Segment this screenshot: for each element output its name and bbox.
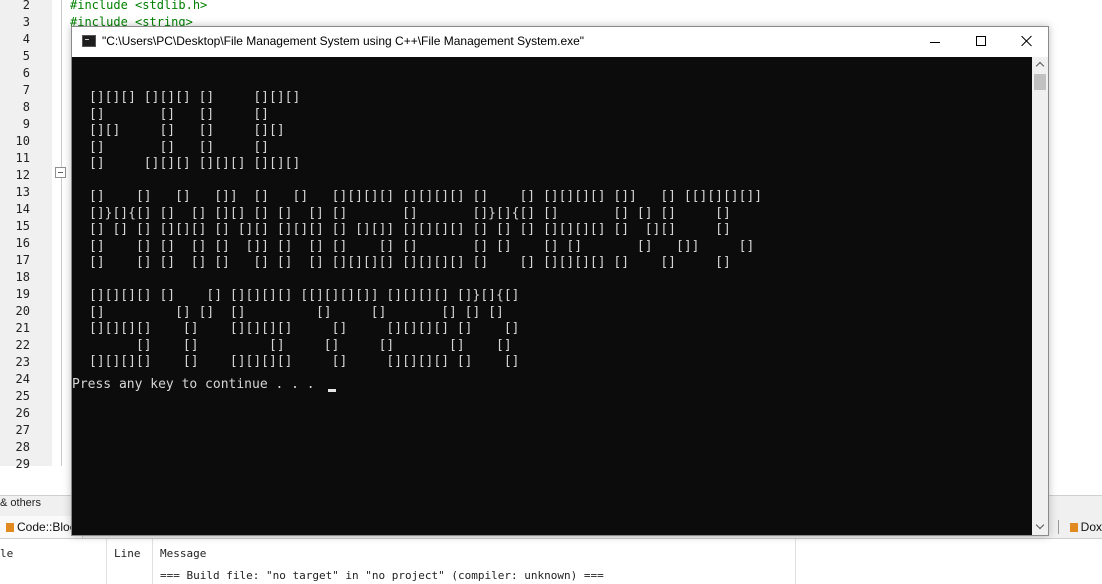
text-cursor	[328, 389, 336, 392]
tab-doxyblocks[interactable]: Dox	[1064, 516, 1102, 538]
scrollbar-thumb[interactable]	[1034, 74, 1046, 90]
others-tab-label[interactable]: & others	[0, 497, 41, 509]
continue-prompt: Press any key to continue . . .	[72, 377, 315, 392]
console-output[interactable]: [][][] [][][] [] [][][] [] [] [] [] [][]…	[72, 57, 1032, 535]
column-divider	[795, 539, 796, 584]
line-number: 2	[22, 0, 30, 12]
window-title: "C:\Users\PC\Desktop\File Management Sys…	[102, 34, 585, 48]
console-titlebar[interactable]: "C:\Users\PC\Desktop\File Management Sys…	[72, 27, 1048, 57]
line-number: 25	[15, 389, 30, 403]
line-number: 12	[15, 168, 30, 182]
col-message-header[interactable]: Message	[160, 547, 206, 560]
ascii-banner: [][][] [][][] [] [][][] [] [] [] [] [][]…	[89, 90, 763, 369]
maximize-icon	[976, 36, 986, 46]
build-log-panel: le Line Message === Build file: "no targ…	[0, 538, 1102, 584]
line-number: 4	[22, 32, 30, 46]
line-number: 14	[15, 202, 30, 216]
tab-doxyblocks-label: Dox	[1080, 520, 1102, 534]
fold-toggle-icon[interactable]	[55, 167, 66, 178]
line-number-gutter: 2 3 4 5 6 7 8 9 10 11 12 13 14 15 16 17 …	[0, 0, 52, 471]
line-number: 10	[15, 134, 30, 148]
line-number: 15	[15, 219, 30, 233]
fold-guide	[61, 0, 62, 466]
line-number: 29	[15, 457, 30, 471]
line-number: 22	[15, 338, 30, 352]
line-number: 16	[15, 236, 30, 250]
minimize-button[interactable]	[912, 27, 958, 57]
column-divider	[152, 539, 153, 584]
tab-codeblocks-label: Code::Bloc	[17, 520, 76, 534]
line-number: 26	[15, 406, 30, 420]
code-line[interactable]: #include <stdlib.h>	[70, 0, 207, 12]
line-number: 18	[15, 270, 30, 284]
close-button[interactable]	[1004, 27, 1050, 57]
build-log-message: === Build file: "no target" in "no proje…	[160, 569, 604, 582]
line-number: 19	[15, 287, 30, 301]
line-number: 23	[15, 355, 30, 369]
line-number: 17	[15, 253, 30, 267]
scroll-up-arrow-icon[interactable]	[1032, 57, 1048, 73]
codeblocks-icon	[6, 523, 14, 533]
line-number: 3	[22, 15, 30, 29]
tab-divider	[1058, 520, 1059, 534]
col-file-header[interactable]: le	[0, 547, 13, 560]
line-number: 5	[22, 49, 30, 63]
line-number: 27	[15, 423, 30, 437]
doxyblocks-icon	[1069, 523, 1078, 533]
col-line-header[interactable]: Line	[114, 547, 141, 560]
line-number: 20	[15, 304, 30, 318]
column-divider	[106, 539, 107, 584]
maximize-button[interactable]	[958, 27, 1004, 57]
line-number: 21	[15, 321, 30, 335]
console-window[interactable]: "C:\Users\PC\Desktop\File Management Sys…	[71, 26, 1049, 536]
close-icon	[1021, 35, 1033, 47]
minimize-icon	[930, 42, 940, 43]
vertical-scrollbar[interactable]	[1032, 57, 1048, 535]
line-number: 8	[22, 100, 30, 114]
line-number: 24	[15, 372, 30, 386]
line-number: 28	[15, 440, 30, 454]
line-number: 13	[15, 185, 30, 199]
line-number: 11	[15, 151, 30, 165]
line-number: 9	[22, 117, 30, 131]
line-number: 7	[22, 83, 30, 97]
scroll-down-arrow-icon[interactable]	[1032, 519, 1048, 535]
console-app-icon	[82, 35, 96, 47]
line-number: 6	[22, 66, 30, 80]
